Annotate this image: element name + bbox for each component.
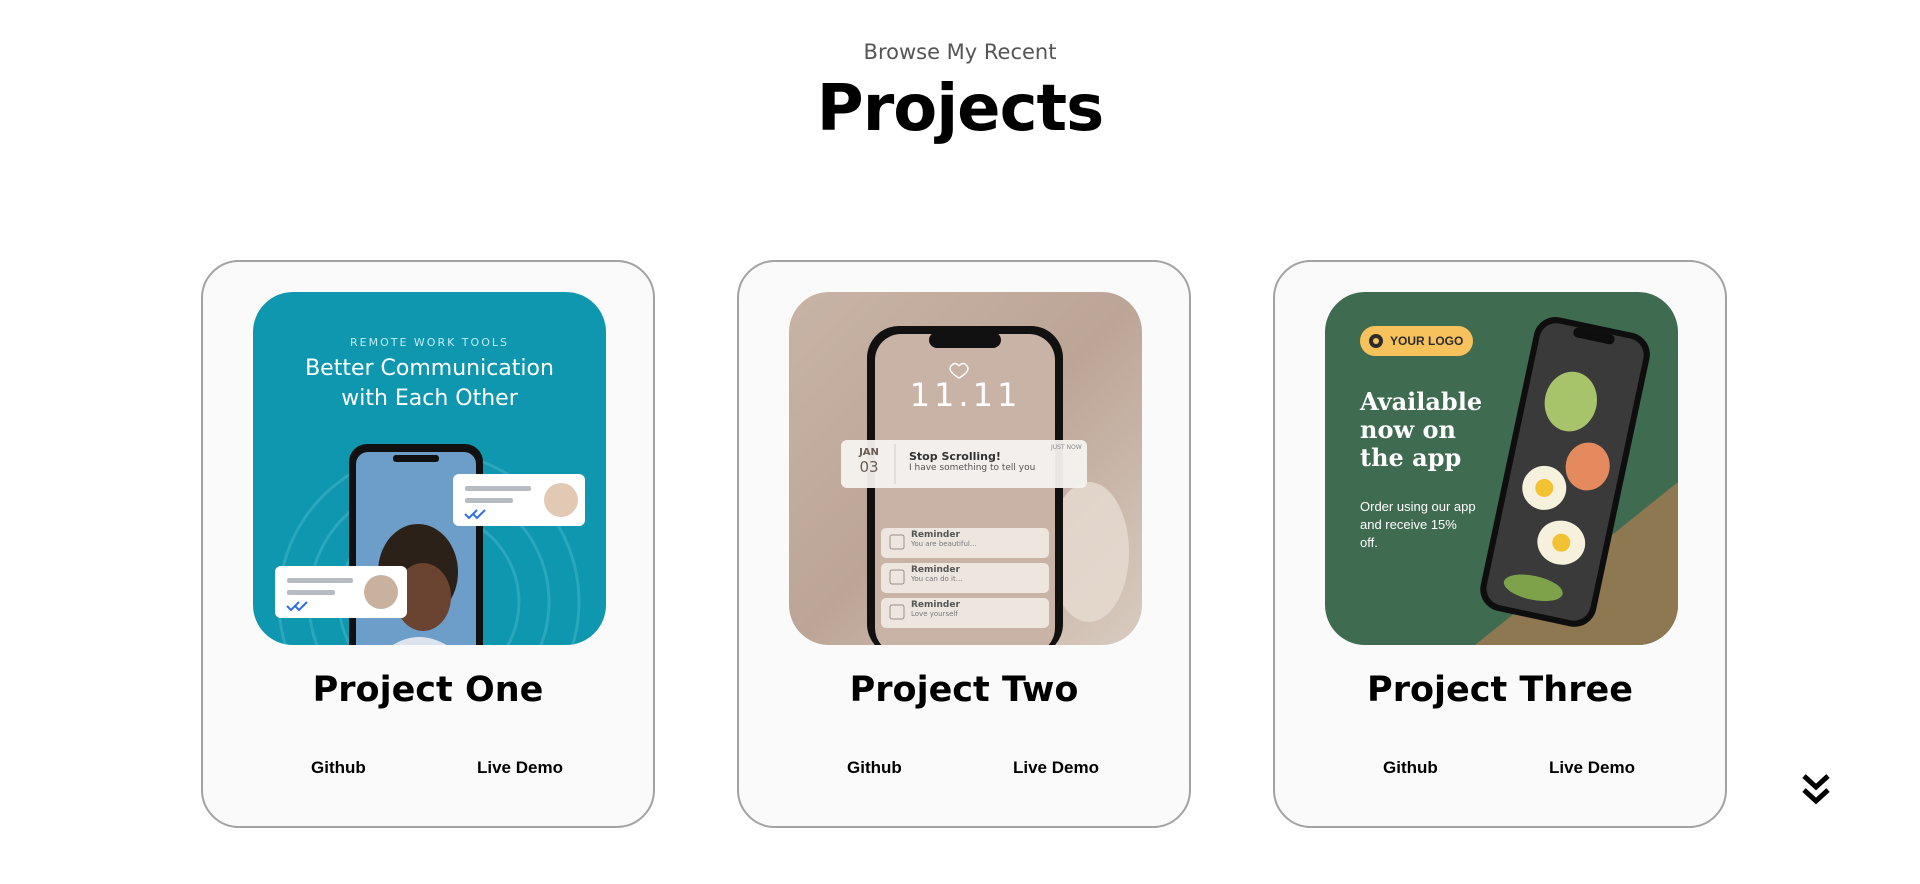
section-title: Projects (816, 72, 1104, 146)
double-chevron-down-icon[interactable] (1798, 770, 1834, 810)
lockscreen-clock: 11.11 (909, 376, 1022, 414)
project-card: YOUR LOGO Available now on the app Order… (1273, 260, 1727, 828)
project-title: Project One (312, 670, 544, 710)
reminder-title: Reminder (911, 600, 960, 610)
phone-illustration (275, 444, 585, 645)
section-subtitle: Browse My Recent (863, 40, 1057, 64)
live-demo-link[interactable]: Live Demo (1013, 758, 1099, 778)
reminder-item: Reminder You can do it... (911, 565, 962, 583)
notification-date: JAN 03 (847, 447, 891, 476)
notification-month: JAN (859, 447, 879, 458)
brand-logo: YOUR LOGO (1360, 326, 1474, 356)
github-link[interactable]: Github (847, 758, 902, 778)
thumbnail-body: Order using our app and receive 15% off. (1360, 499, 1476, 550)
project-thumbnail: REMOTE WORK TOOLS Better Communication w… (253, 292, 606, 645)
thumbnail-headline-line: the app (1360, 443, 1462, 472)
reminder-title: Reminder (911, 530, 960, 540)
project-card: 11.11 JAN 03 Stop Scrolling! I have some… (737, 260, 1191, 828)
notification-text: I have something to tell you (909, 463, 1036, 473)
live-demo-link[interactable]: Live Demo (477, 758, 563, 778)
notification-time: JUST NOW (1051, 444, 1082, 451)
notification-title: Stop Scrolling! (909, 450, 1001, 463)
thumbnail-headline-line: now on (1360, 415, 1456, 444)
logo-icon (1369, 334, 1383, 348)
project-title: Project Three (1367, 670, 1633, 710)
reminder-text: You are beautiful... (911, 540, 977, 548)
reminder-title: Reminder (911, 565, 960, 575)
notification-day: 03 (859, 458, 879, 476)
project-thumbnail: YOUR LOGO Available now on the app Order… (1325, 292, 1678, 645)
github-link[interactable]: Github (311, 758, 366, 778)
reminder-text: Love yourself (911, 610, 958, 618)
project-title: Project Two (849, 670, 1079, 710)
reminder-item: Reminder You are beautiful... (911, 530, 977, 548)
github-link[interactable]: Github (1383, 758, 1438, 778)
notification-body: Stop Scrolling! I have something to tell… (909, 450, 1035, 473)
live-demo-link[interactable]: Live Demo (1549, 758, 1635, 778)
thumbnail-headline-line: Available (1360, 387, 1483, 416)
project-thumbnail: 11.11 JAN 03 Stop Scrolling! I have some… (789, 292, 1142, 645)
reminder-text: You can do it... (911, 575, 963, 583)
logo-text: YOUR LOGO (1390, 334, 1464, 348)
reminder-item: Reminder Love yourself (911, 600, 960, 618)
project-card: REMOTE WORK TOOLS Better Communication w… (201, 260, 655, 828)
thumbnail-headline: Available now on the app (1360, 388, 1482, 472)
